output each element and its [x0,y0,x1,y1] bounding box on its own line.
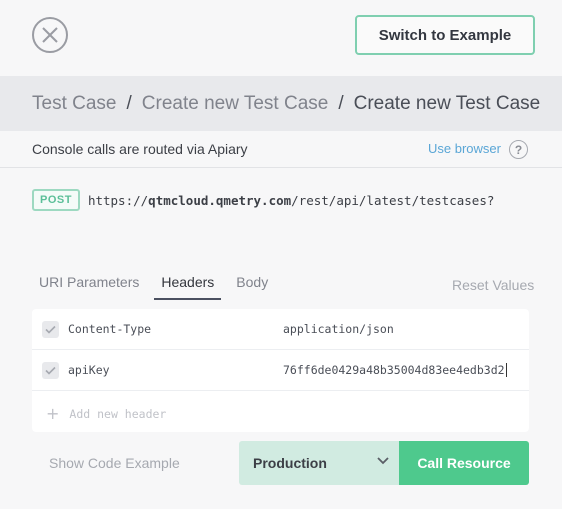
request-tabs: URI Parameters Headers Body [32,270,283,300]
close-icon [42,27,58,43]
headers-table: Content-Type application/json apiKey 76f… [32,309,529,432]
environment-select[interactable]: Production [239,441,399,485]
reset-values-button[interactable]: Reset Values [452,277,534,293]
top-bar: Switch to Example [0,0,562,76]
checkmark-icon [45,325,56,334]
url-path: /rest/api/latest/testcases? [291,192,495,208]
chevron-down-icon [377,457,389,465]
breadcrumb-current: Create new Test Case [353,92,541,114]
request-url: https://qtmcloud.qmetry.com/rest/api/lat… [88,193,494,208]
add-header-placeholder: Add new header [69,406,167,421]
plus-icon: + [46,404,60,423]
switch-to-example-button[interactable]: Switch to Example [355,15,535,55]
url-host: qtmcloud.qmetry.com [148,192,292,208]
footer-actions: Show Code Example Production Call Resour… [32,441,529,485]
checkmark-icon [45,366,56,375]
help-icon[interactable]: ? [509,140,528,159]
header-value[interactable]: application/json [283,322,394,336]
breadcrumb-item-test-case[interactable]: Test Case [32,93,116,115]
tab-body[interactable]: Body [229,270,275,300]
breadcrumb-item-create-test-case[interactable]: Create new Test Case [142,93,329,115]
add-header-button[interactable]: + Add new header [46,404,166,423]
header-row: apiKey 76ff6de0429a48b35004d83ee4edb3d2 [32,350,529,391]
use-browser-link[interactable]: Use browser [428,141,501,156]
breadcrumb: Test Case / Create new Test Case / Creat… [0,76,562,131]
routing-message: Console calls are routed via Apiary [32,141,248,157]
add-header-row: + Add new header [32,391,529,432]
header-key[interactable]: apiKey [68,363,110,377]
breadcrumb-separator: / [338,92,344,114]
header-value-input[interactable]: 76ff6de0429a48b35004d83ee4edb3d2 [283,363,507,377]
method-badge: POST [32,189,80,211]
tab-uri-parameters[interactable]: URI Parameters [32,270,146,300]
header-key[interactable]: Content-Type [68,322,151,336]
call-resource-button[interactable]: Call Resource [399,441,529,485]
url-prefix: https:// [87,192,149,208]
request-line: POST https://qtmcloud.qmetry.com/rest/ap… [32,189,494,211]
header-enabled-checkbox[interactable] [42,362,59,379]
tab-headers[interactable]: Headers [154,270,222,300]
breadcrumb-separator: / [126,92,132,114]
header-row: Content-Type application/json [32,309,529,350]
close-button[interactable] [32,17,68,53]
header-enabled-checkbox[interactable] [42,321,59,338]
show-code-example-button[interactable]: Show Code Example [49,455,180,471]
environment-value: Production [253,455,327,471]
